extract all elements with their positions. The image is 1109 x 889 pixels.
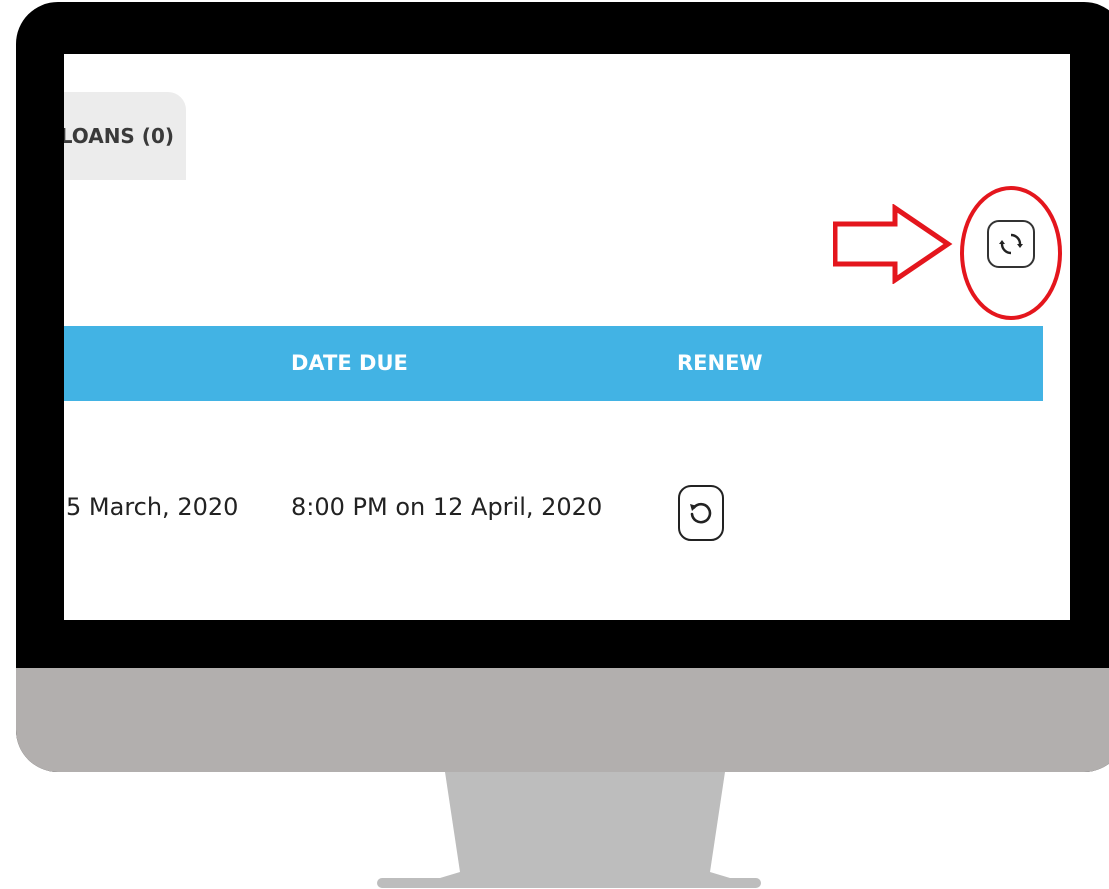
tab-loans[interactable]: LOANS (0) [64,92,186,180]
column-header-renew[interactable]: RENEW [677,326,763,401]
callout-arrow [833,204,953,284]
screen: LOANS (0) DATE DUE RENEW 5 March, 2020 8… [64,54,1070,620]
renew-rotate-icon [690,502,712,524]
callout-circle [960,186,1062,320]
renew-button[interactable] [678,485,724,541]
monitor-frame: LOANS (0) DATE DUE RENEW 5 March, 2020 8… [16,2,1109,772]
tab-loans-label: LOANS (0) [64,124,174,148]
monitor-stand-base [377,878,761,888]
monitor-stand [420,772,750,884]
monitor-chin [16,668,1109,772]
table-header: DATE DUE RENEW [64,326,1043,401]
checked-out-date: 5 March, 2020 [66,493,239,521]
column-header-date-due[interactable]: DATE DUE [291,326,408,401]
date-due-value: 8:00 PM on 12 April, 2020 [291,493,603,521]
